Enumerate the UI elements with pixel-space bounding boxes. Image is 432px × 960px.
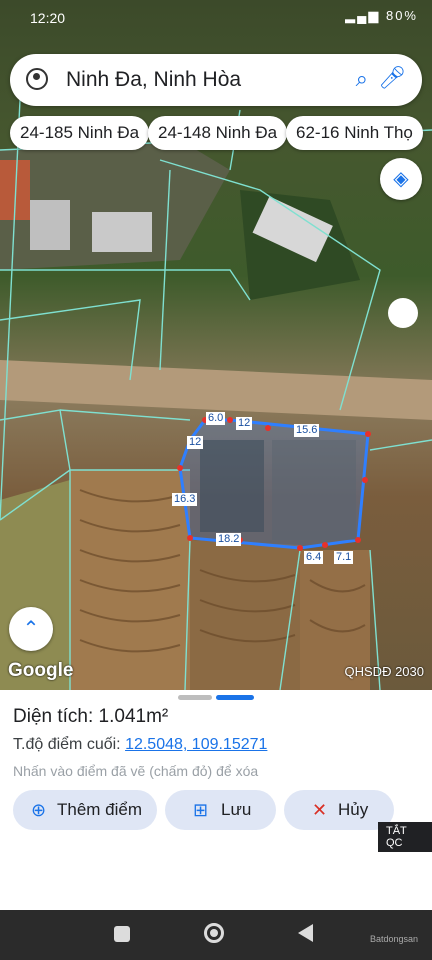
microphone-icon[interactable]: 🎤︎ [378, 65, 406, 91]
save-label: Lưu [221, 800, 252, 819]
hint-text: Nhấn vào điểm đã vẽ (chấm đỏ) để xóa [13, 763, 259, 779]
field-left [0, 480, 70, 690]
batdongsan-logo: Batdongsan [370, 934, 419, 944]
area-value: 1.041m² [98, 706, 169, 727]
wifi-icon: ▂▄▆ [345, 8, 381, 23]
status-icons: ▂▄▆ 80% [345, 8, 418, 24]
coord-label: T.độ điểm cuối: [13, 736, 121, 753]
account-icon[interactable] [26, 68, 48, 90]
sheet-handle[interactable] [178, 695, 212, 700]
segment-label: 6.4 [304, 551, 324, 564]
add-point-button[interactable]: ⊕ Thêm điểm [13, 790, 157, 830]
building [92, 212, 152, 252]
segment-label: 7.1 [334, 551, 354, 564]
cleared-plot [200, 440, 264, 532]
cleared-plot [272, 440, 356, 540]
sheet-handle-active[interactable] [216, 695, 254, 700]
add-point-label: Thêm điểm [57, 800, 143, 819]
system-nav-bar: Batdongsan [0, 910, 432, 960]
map-view[interactable]: 6.0 12 15.6 12 16.3 18.2 6.4 7.1 12:20 ▂… [0, 0, 432, 690]
segment-label: 12 [187, 436, 204, 449]
area-label: Diện tích: [13, 706, 94, 727]
layers-button[interactable]: ◈ [380, 158, 422, 200]
segment-label: 12 [236, 417, 253, 430]
coord-link[interactable]: 12.5048, 109.15271 [125, 736, 267, 753]
status-time: 12:20 [30, 10, 66, 26]
chip-suggestion[interactable]: 24-148 Ninh Đa [148, 116, 288, 150]
recents-button[interactable] [114, 926, 130, 942]
suggestion-chips: 24-185 Ninh Đa 24-148 Ninh Đa 62-16 Ninh… [10, 116, 432, 152]
segment-label: 18.2 [216, 533, 242, 546]
save-button[interactable]: ⊞ Lưu [165, 790, 276, 830]
google-logo: Google [8, 660, 74, 681]
close-icon: ✕ [312, 800, 328, 820]
layers-icon: ◈ [393, 168, 409, 190]
segment-label: 16.3 [172, 493, 198, 506]
coord-row: T.độ điểm cuối: 12.5048, 109.15271 [13, 736, 267, 754]
segment-label: 6.0 [206, 412, 226, 425]
chevron-up-icon: ⌃ [22, 618, 40, 640]
search-bar[interactable]: Ninh Đa, Ninh Hòa ⌕ 🎤︎ [10, 54, 422, 106]
battery-level: 80% [385, 8, 418, 23]
map-marker-dot[interactable] [388, 298, 418, 328]
area-row: Diện tích: 1.041m² [13, 706, 168, 728]
segment-label: 15.6 [294, 424, 320, 437]
hide-ads-button[interactable]: TẮT QC [378, 822, 432, 852]
compass-button[interactable]: ⌃ [9, 607, 53, 651]
chip-suggestion[interactable]: 62-16 Ninh Thọ [286, 116, 423, 150]
add-location-icon: ⊕ [31, 800, 47, 820]
search-icon[interactable]: ⌕ [356, 66, 368, 92]
chip-suggestion[interactable]: 24-185 Ninh Đa [10, 116, 150, 150]
building [30, 200, 70, 250]
save-file-icon: ⊞ [193, 800, 209, 820]
back-button[interactable] [298, 924, 313, 942]
search-input[interactable]: Ninh Đa, Ninh Hòa [66, 68, 241, 92]
cancel-label: Hủy [338, 800, 369, 819]
drawn-polygon [177, 417, 371, 551]
bottom-sheet: Diện tích: 1.041m² T.độ điểm cuối: 12.50… [0, 690, 432, 910]
layer-label: QHSDĐ 2030 [344, 664, 424, 679]
home-button[interactable] [204, 923, 224, 943]
status-bar: 12:20 ▂▄▆ 80% [0, 0, 432, 38]
